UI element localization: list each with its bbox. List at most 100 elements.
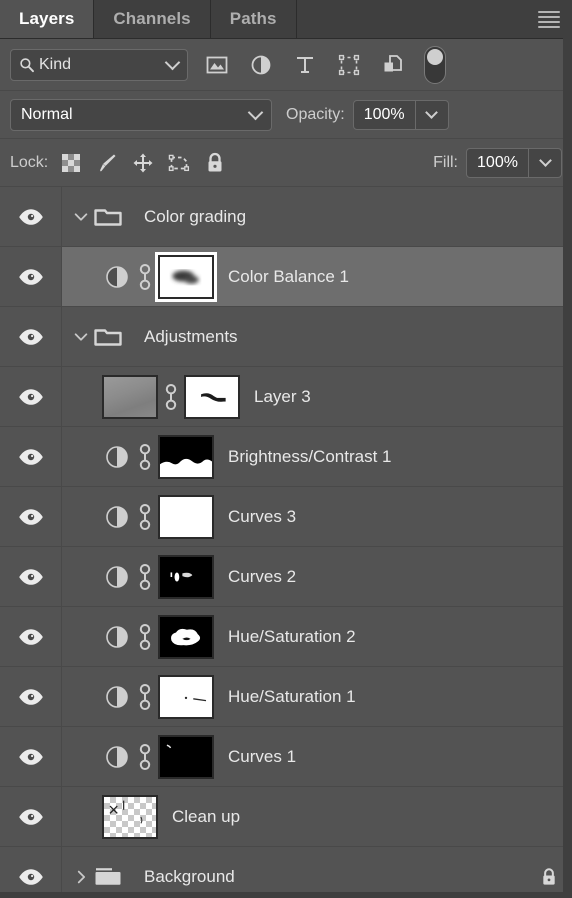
layer-visibility-toggle[interactable] xyxy=(0,547,62,606)
layer-row-body[interactable]: Hue/Saturation 1 xyxy=(62,667,572,726)
adjustment-layer-icon[interactable] xyxy=(102,744,132,770)
layer-visibility-toggle[interactable] xyxy=(0,367,62,426)
layer-mask-thumbnail[interactable] xyxy=(158,674,214,719)
lock-transparency-icon[interactable] xyxy=(56,148,86,178)
layer-visibility-toggle[interactable] xyxy=(0,847,62,892)
layer-mask-thumbnail[interactable] xyxy=(158,734,214,779)
mask-link-icon[interactable] xyxy=(132,563,158,591)
layer-name[interactable]: Curves 2 xyxy=(228,567,562,587)
layer-mask-thumbnail[interactable] xyxy=(158,254,214,299)
mask-link-icon[interactable] xyxy=(158,383,184,411)
layer-row[interactable]: Curves 3 xyxy=(0,487,572,547)
layer-row-body[interactable]: Brightness/Contrast 1 xyxy=(62,427,572,486)
chevron-down-icon[interactable] xyxy=(68,208,94,226)
layer-row[interactable]: Clean up xyxy=(0,787,572,847)
layer-row[interactable]: Brightness/Contrast 1 xyxy=(0,427,572,487)
layer-row-body[interactable]: Layer 3 xyxy=(62,367,572,426)
mask-link-icon[interactable] xyxy=(132,443,158,471)
blend-mode-dropdown[interactable]: Normal xyxy=(10,98,272,131)
layer-row[interactable]: Color grading xyxy=(0,187,572,247)
layer-row[interactable]: Hue/Saturation 2 xyxy=(0,607,572,667)
layer-row[interactable]: Adjustments xyxy=(0,307,572,367)
layer-row[interactable]: Layer 3 xyxy=(0,367,572,427)
layer-visibility-toggle[interactable] xyxy=(0,787,62,846)
layer-row[interactable]: Color Balance 1 xyxy=(0,247,572,307)
layer-row-body[interactable]: Hue/Saturation 2 xyxy=(62,607,572,666)
lock-image-pixels-icon[interactable] xyxy=(92,148,122,178)
filter-toggle-switch[interactable] xyxy=(424,45,446,84)
layer-visibility-toggle[interactable] xyxy=(0,607,62,666)
layer-mask-thumbnail[interactable] xyxy=(158,494,214,539)
opacity-value[interactable]: 100% xyxy=(354,100,416,129)
layer-visibility-toggle[interactable] xyxy=(0,487,62,546)
opacity-dropdown-button[interactable] xyxy=(416,101,448,129)
layer-pixel-thumbnail[interactable] xyxy=(102,374,158,419)
layer-row-body[interactable]: Background xyxy=(62,847,572,892)
layer-name[interactable]: Color Balance 1 xyxy=(228,267,562,287)
fill-field[interactable]: 100% xyxy=(466,147,562,178)
layer-row-body[interactable]: Curves 1 xyxy=(62,727,572,786)
layer-row-body[interactable]: Curves 3 xyxy=(62,487,572,546)
layer-row[interactable]: Curves 2 xyxy=(0,547,572,607)
mask-link-icon[interactable] xyxy=(132,503,158,531)
vertical-scrollbar[interactable] xyxy=(563,0,572,898)
layer-visibility-toggle[interactable] xyxy=(0,307,62,366)
adjustment-layer-icon[interactable] xyxy=(102,624,132,650)
fill-value[interactable]: 100% xyxy=(467,148,529,177)
layer-row-body[interactable]: Adjustments xyxy=(62,307,572,366)
layer-row-body[interactable]: Color Balance 1 xyxy=(62,247,572,306)
layer-name[interactable]: Hue/Saturation 2 xyxy=(228,627,562,647)
adjustment-layer-icon[interactable] xyxy=(102,444,132,470)
layer-pixel-thumbnail[interactable] xyxy=(102,794,158,839)
lock-artboard-nesting-icon[interactable] xyxy=(164,148,194,178)
mask-link-icon[interactable] xyxy=(132,263,158,291)
layer-row[interactable]: Background xyxy=(0,847,572,892)
adjustment-layer-icon[interactable] xyxy=(102,564,132,590)
smart-object-filter-icon[interactable] xyxy=(378,50,408,80)
layer-visibility-toggle[interactable] xyxy=(0,667,62,726)
pixel-layer-filter-icon[interactable] xyxy=(202,50,232,80)
layer-name[interactable]: Curves 1 xyxy=(228,747,562,767)
layer-row[interactable]: Curves 1 xyxy=(0,727,572,787)
layer-mask-thumbnail[interactable] xyxy=(158,434,214,479)
layer-visibility-toggle[interactable] xyxy=(0,247,62,306)
mask-link-icon[interactable] xyxy=(132,743,158,771)
layer-visibility-toggle[interactable] xyxy=(0,427,62,486)
adjustment-layer-icon[interactable] xyxy=(102,264,132,290)
layer-visibility-toggle[interactable] xyxy=(0,187,62,246)
layer-name[interactable]: Clean up xyxy=(172,807,562,827)
opacity-field[interactable]: 100% xyxy=(352,99,449,130)
layer-mask-thumbnail[interactable] xyxy=(158,614,214,659)
layer-mask-thumbnail[interactable] xyxy=(184,374,240,419)
layer-row[interactable]: Hue/Saturation 1 xyxy=(0,667,572,727)
adjustment-layer-filter-icon[interactable] xyxy=(246,50,276,80)
layer-list[interactable]: Color grading Color Balance 1 Adjustments L… xyxy=(0,187,572,892)
type-layer-filter-icon[interactable] xyxy=(290,50,320,80)
chevron-down-icon[interactable] xyxy=(68,328,94,346)
layer-name[interactable]: Layer 3 xyxy=(254,387,562,407)
layer-name[interactable]: Color grading xyxy=(144,207,562,227)
tab-channels[interactable]: Channels xyxy=(94,0,211,38)
fill-dropdown-button[interactable] xyxy=(529,149,561,177)
tab-paths[interactable]: Paths xyxy=(211,0,297,38)
adjustment-layer-icon[interactable] xyxy=(102,684,132,710)
lock-position-icon[interactable] xyxy=(128,148,158,178)
layer-name[interactable]: Hue/Saturation 1 xyxy=(228,687,562,707)
layer-name[interactable]: Background xyxy=(144,867,536,887)
lock-all-icon[interactable] xyxy=(200,148,230,178)
tab-layers[interactable]: Layers xyxy=(0,0,95,38)
layer-name[interactable]: Adjustments xyxy=(144,327,562,347)
filter-kind-dropdown[interactable]: Kind xyxy=(10,48,188,81)
layer-name[interactable]: Brightness/Contrast 1 xyxy=(228,447,562,467)
chevron-right-icon[interactable] xyxy=(68,868,94,886)
mask-link-icon[interactable] xyxy=(132,623,158,651)
layer-visibility-toggle[interactable] xyxy=(0,727,62,786)
layer-mask-thumbnail[interactable] xyxy=(158,554,214,599)
adjustment-layer-icon[interactable] xyxy=(102,504,132,530)
layer-row-body[interactable]: Color grading xyxy=(62,187,572,246)
shape-layer-filter-icon[interactable] xyxy=(334,50,364,80)
layer-row-body[interactable]: Clean up xyxy=(62,787,572,846)
layer-name[interactable]: Curves 3 xyxy=(228,507,562,527)
layer-row-body[interactable]: Curves 2 xyxy=(62,547,572,606)
mask-link-icon[interactable] xyxy=(132,683,158,711)
